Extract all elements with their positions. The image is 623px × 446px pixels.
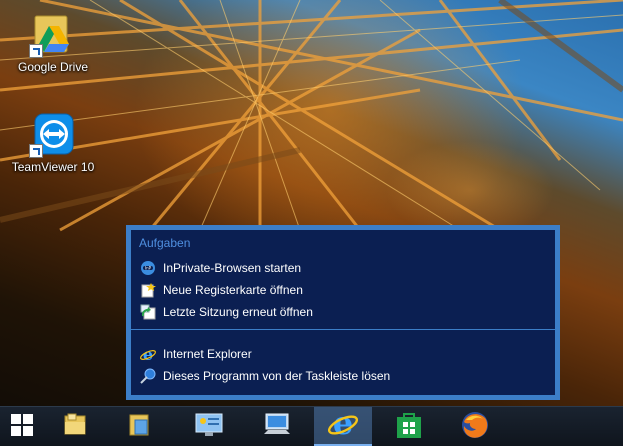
- jump-list-panel: Aufgaben InP InPrivate-Browsen starten N…: [131, 230, 555, 395]
- inprivate-icon: InP: [139, 259, 157, 277]
- desktop-icon-label: TeamViewer 10: [11, 160, 95, 174]
- windows-start-icon: [10, 413, 34, 442]
- computer-icon: [262, 412, 292, 443]
- jump-list-item-unpin[interactable]: Dieses Programm von der Taskleiste lösen: [139, 366, 390, 386]
- teamviewer-icon: [29, 110, 77, 158]
- desktop-icon-label: Google Drive: [17, 60, 89, 74]
- taskbar-button-internet-explorer[interactable]: e: [314, 404, 372, 446]
- jump-list-item-label: Letzte Sitzung erneut öffnen: [163, 305, 313, 319]
- taskbar-button-store[interactable]: [380, 407, 438, 446]
- svg-text:InP: InP: [145, 266, 152, 271]
- taskbar-button-computer[interactable]: [248, 407, 306, 446]
- jump-list-item-label: InPrivate-Browsen starten: [163, 261, 302, 275]
- internet-explorer-jump-list: Aufgaben InP InPrivate-Browsen starten N…: [126, 225, 560, 400]
- internet-explorer-icon: e: [139, 345, 157, 363]
- new-tab-icon: [139, 281, 157, 299]
- jump-list-item-internet-explorer[interactable]: e Internet Explorer: [139, 344, 252, 364]
- desktop: Google Drive TeamViewer 10 Aufgaben InP …: [0, 0, 623, 446]
- windows-store-icon: [395, 411, 423, 444]
- jump-list-item-label: Internet Explorer: [163, 347, 252, 361]
- reopen-session-icon: [139, 303, 157, 321]
- taskbar-button-control-panel[interactable]: [180, 407, 238, 446]
- taskbar-button-folder[interactable]: [110, 407, 168, 446]
- desktop-icon-google-drive[interactable]: Google Drive: [8, 10, 98, 74]
- jump-list-item-label: Dieses Programm von der Taskleiste lösen: [163, 369, 391, 383]
- jump-list-item-new-tab[interactable]: Neue Registerkarte öffnen: [139, 280, 303, 300]
- jump-list-separator: [131, 329, 555, 330]
- internet-explorer-icon: e: [327, 404, 359, 444]
- unpin-icon: [139, 367, 157, 385]
- folder-icon: [126, 412, 152, 443]
- control-panel-icon: [194, 412, 224, 443]
- jump-list-item-inprivate[interactable]: InP InPrivate-Browsen starten: [139, 258, 301, 278]
- taskbar-button-firefox[interactable]: [446, 407, 504, 446]
- taskbar: e: [0, 404, 623, 446]
- jump-list-item-reopen-session[interactable]: Letzte Sitzung erneut öffnen: [139, 302, 313, 322]
- jump-list-heading: Aufgaben: [139, 236, 191, 250]
- desktop-icon-teamviewer[interactable]: TeamViewer 10: [8, 110, 98, 174]
- taskbar-button-file-explorer[interactable]: [46, 407, 104, 446]
- google-drive-icon: [29, 10, 77, 58]
- file-explorer-icon: [62, 412, 88, 443]
- start-button[interactable]: [0, 407, 44, 446]
- jump-list-item-label: Neue Registerkarte öffnen: [163, 283, 303, 297]
- firefox-icon: [460, 410, 490, 445]
